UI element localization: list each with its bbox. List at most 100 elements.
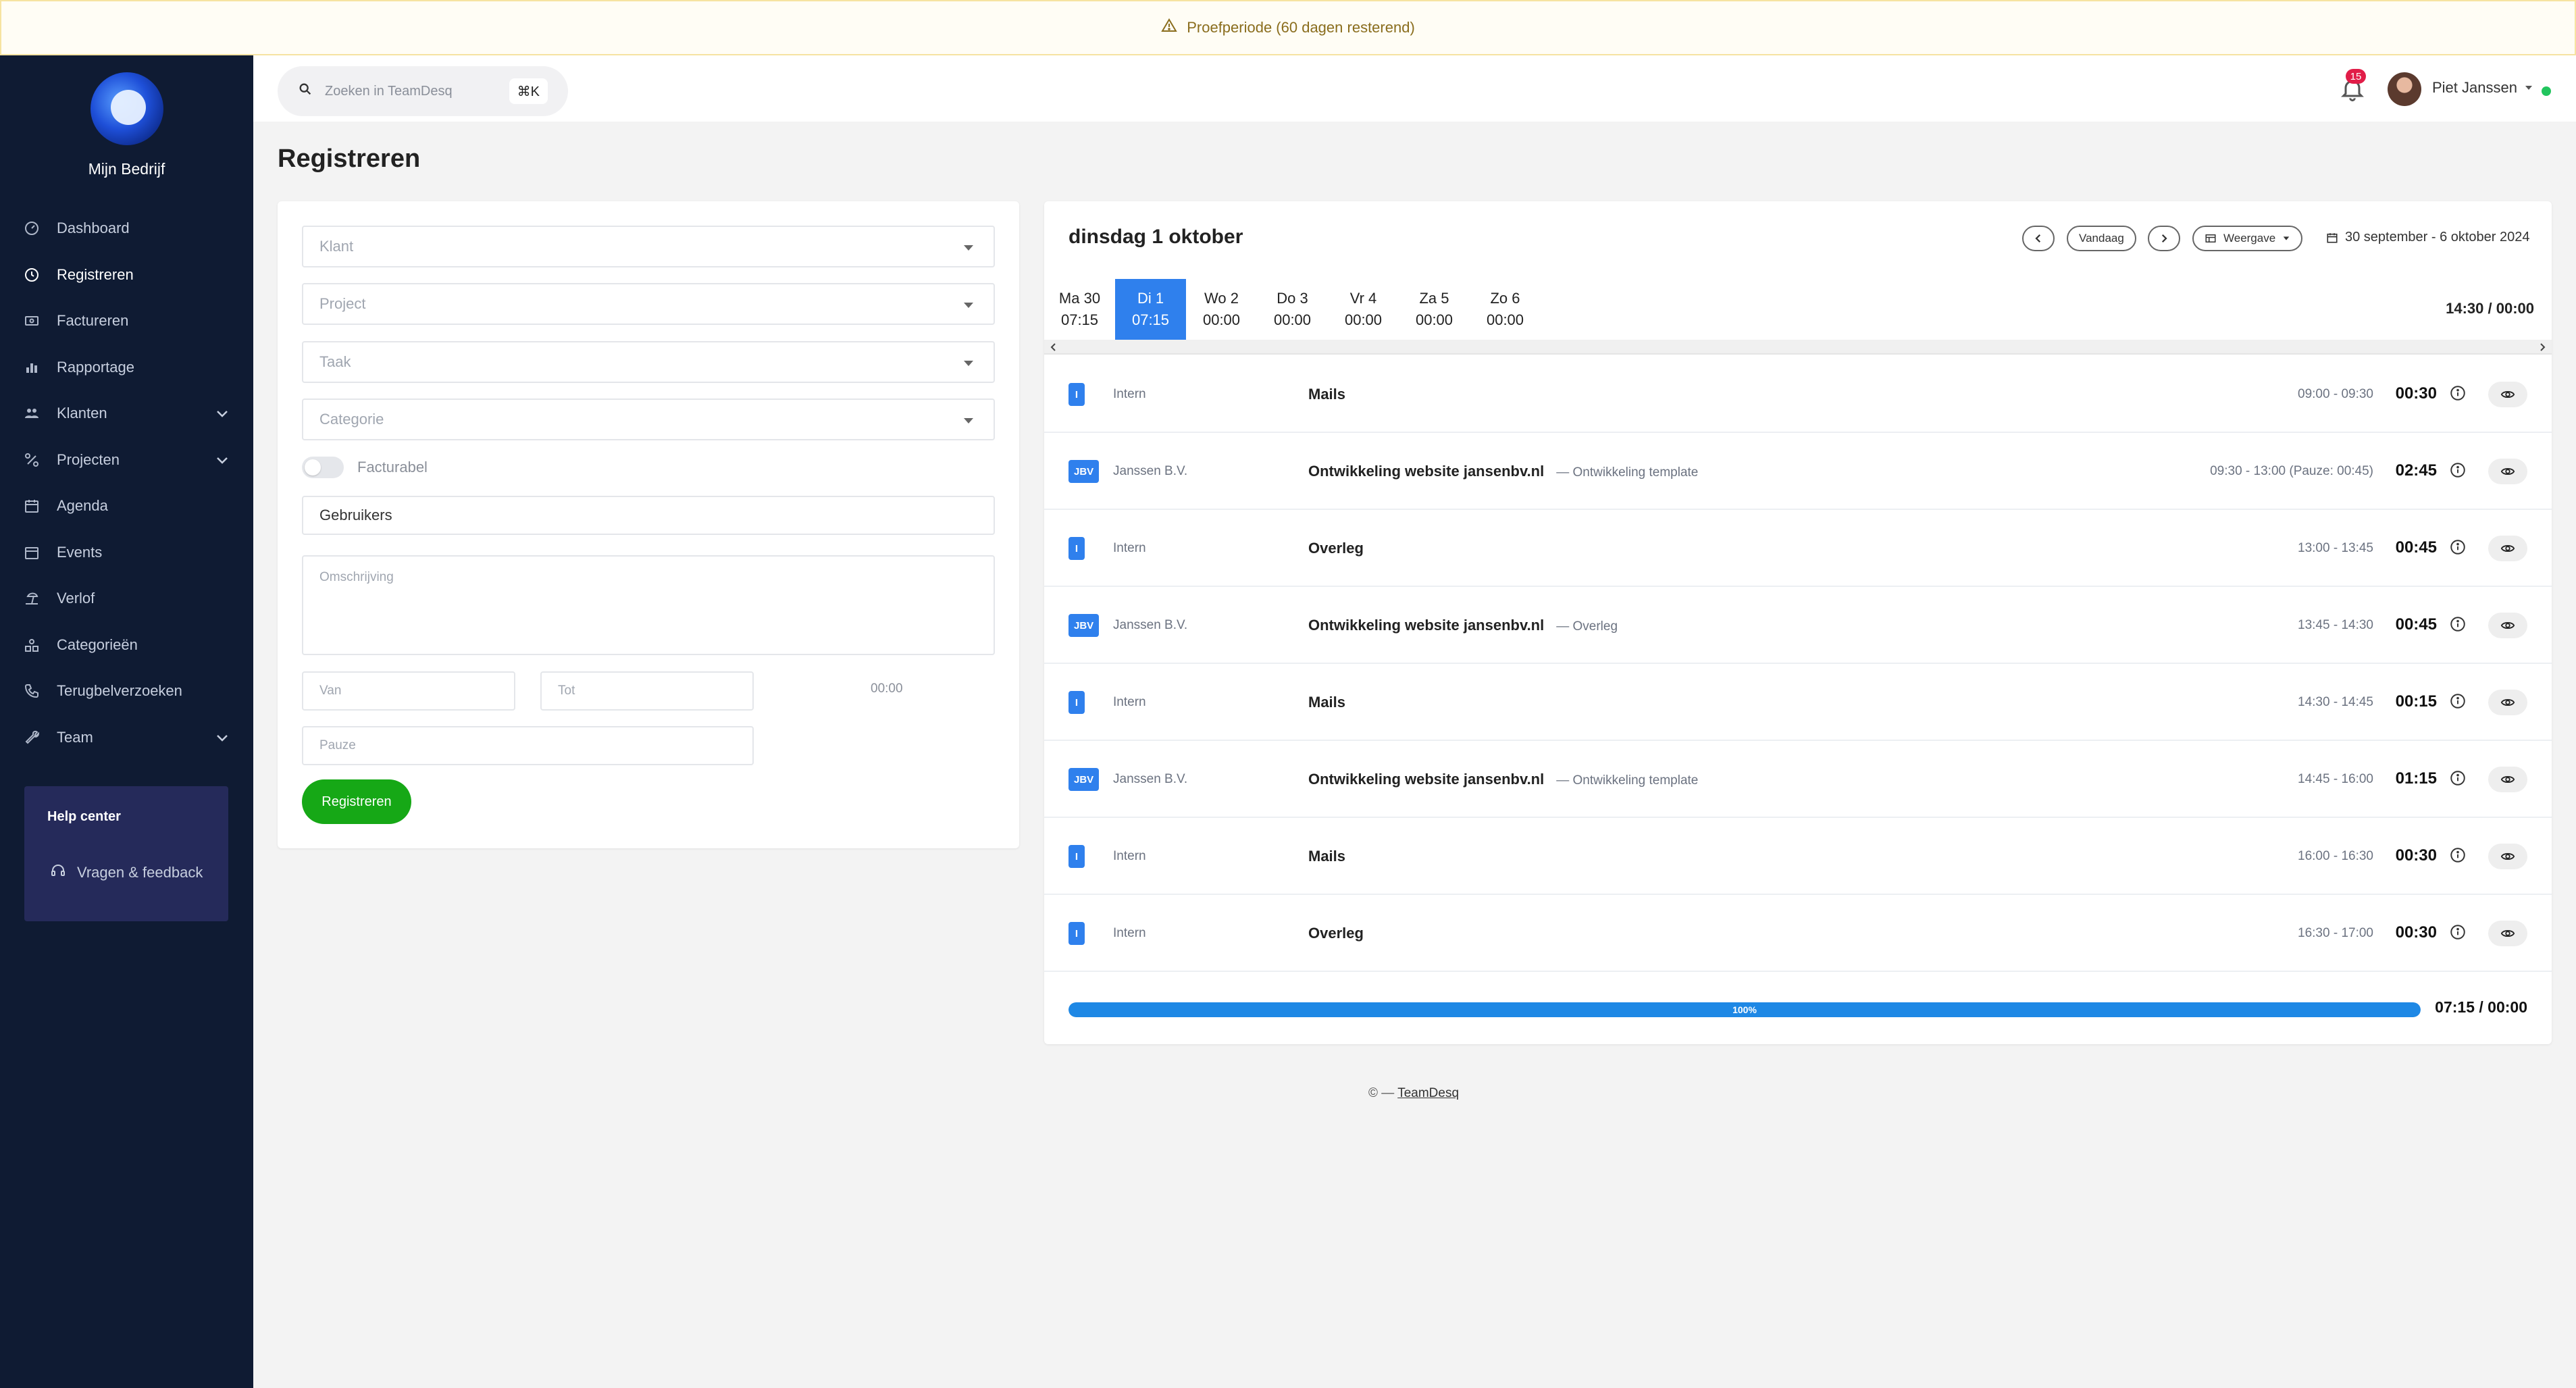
time-entry[interactable]: JBV Janssen B.V. Ontwikkeling website ja…	[1044, 741, 2552, 818]
day-tab[interactable]: Do 3 00:00	[1257, 279, 1328, 340]
view-dropdown[interactable]: Weergave	[2192, 226, 2303, 251]
sidebar-item-events[interactable]: Events	[0, 530, 253, 576]
time-entry[interactable]: I Intern Mails 16:00 - 16:30 00:30	[1044, 818, 2552, 895]
company-logo[interactable]	[90, 72, 163, 145]
next-button[interactable]	[2148, 226, 2180, 251]
search-input[interactable]: Zoeken in TeamDesq ⌘K	[278, 66, 568, 116]
client-badge: I	[1068, 537, 1085, 560]
sidebar-item-factureren[interactable]: Factureren	[0, 298, 253, 344]
date-range: 30 september - 6 oktober 2024	[2326, 230, 2530, 245]
entry-times: 14:30 - 14:45	[2298, 695, 2373, 709]
sidebar-nav: Dashboard Registreren Factureren Rapport…	[0, 205, 253, 761]
description-field[interactable]: Omschrijving	[302, 555, 995, 655]
sidebar-item-rapportage[interactable]: Rapportage	[0, 344, 253, 391]
billable-toggle[interactable]	[302, 457, 344, 478]
user-menu[interactable]: Piet Janssen	[2432, 79, 2533, 97]
time-entry[interactable]: I Intern Mails 09:00 - 09:30 00:30	[1044, 356, 2552, 433]
sidebar-item-categorieen[interactable]: Categorieën	[0, 622, 253, 669]
sidebar-item-label: Categorieën	[57, 636, 138, 653]
sidebar-item-agenda[interactable]: Agenda	[0, 483, 253, 530]
avatar[interactable]	[2388, 72, 2421, 106]
footer-link[interactable]: TeamDesq	[1397, 1086, 1459, 1100]
users-select-value: Gebruikers	[319, 507, 392, 523]
sidebar-item-team[interactable]: Team	[0, 715, 253, 761]
scroll-left-icon[interactable]	[1048, 342, 1059, 353]
entry-duration: 01:15	[2395, 769, 2437, 788]
view-entry-button[interactable]	[2488, 613, 2527, 638]
chevron-left-icon	[2035, 234, 2041, 243]
view-entry-button[interactable]	[2488, 459, 2527, 484]
scroll-right-icon[interactable]	[2537, 342, 2548, 353]
feedback-link[interactable]: Vragen & feedback	[47, 863, 205, 883]
sidebar-item-projecten[interactable]: Projecten	[0, 437, 253, 484]
project-select[interactable]: Project	[302, 283, 995, 325]
category-select[interactable]: Categorie	[302, 399, 995, 440]
sidebar-item-label: Dashboard	[57, 220, 130, 237]
time-entries: I Intern Mails 09:00 - 09:30 00:30 JBV J…	[1044, 356, 2552, 972]
entry-times: 09:30 - 13:00 (Pauze: 00:45)	[2210, 464, 2373, 478]
day-tab[interactable]: Zo 6 00:00	[1470, 279, 1541, 340]
entry-project: Ontwikkeling website jansenbv.nl — Ontwik…	[1308, 771, 1698, 788]
view-entry-button[interactable]	[2488, 382, 2527, 407]
time-entry[interactable]: I Intern Overleg 16:30 - 17:00 00:30	[1044, 895, 2552, 972]
pause-input[interactable]: Pauze	[302, 726, 754, 765]
progress-bar: 100%	[1068, 1002, 2421, 1017]
view-entry-button[interactable]	[2488, 921, 2527, 946]
caret-down-icon	[2283, 236, 2290, 240]
previous-button[interactable]	[2022, 226, 2055, 251]
warning-icon	[1161, 18, 1177, 38]
client-select[interactable]: Klant	[302, 226, 995, 267]
entry-client: Janssen B.V.	[1113, 772, 1188, 786]
task-select[interactable]: Taak	[302, 341, 995, 383]
users-select[interactable]: Gebruikers	[302, 496, 995, 535]
horizontal-scrollbar[interactable]	[1044, 340, 2552, 355]
copyright: © —	[1368, 1086, 1395, 1100]
register-button[interactable]: Registreren	[302, 779, 411, 824]
info-icon[interactable]	[2449, 923, 2468, 942]
day-tab[interactable]: Di 1 07:15	[1115, 279, 1186, 340]
entry-duration: 00:30	[2395, 384, 2437, 403]
view-entry-button[interactable]	[2488, 767, 2527, 792]
day-tab[interactable]: Za 5 00:00	[1399, 279, 1470, 340]
info-icon[interactable]	[2449, 615, 2468, 634]
view-entry-button[interactable]	[2488, 690, 2527, 715]
info-icon[interactable]	[2449, 769, 2468, 788]
end-time-placeholder: Tot	[558, 684, 575, 698]
sidebar-item-label: Rapportage	[57, 358, 134, 376]
today-button[interactable]: Vandaag	[2067, 226, 2136, 251]
chevron-down-icon[interactable]	[214, 452, 230, 468]
registration-form: Klant Project Taak Categorie Facturabel …	[278, 201, 1019, 848]
day-tab[interactable]: Vr 4 00:00	[1328, 279, 1399, 340]
company-name: Mijn Bedrijf	[88, 160, 165, 178]
time-entry[interactable]: I Intern Mails 14:30 - 14:45 00:15	[1044, 664, 2552, 741]
chevron-down-icon[interactable]	[214, 405, 230, 421]
end-time-input[interactable]: Tot	[540, 671, 754, 711]
start-time-input[interactable]: Van	[302, 671, 515, 711]
info-icon[interactable]	[2449, 461, 2468, 480]
view-entry-button[interactable]	[2488, 844, 2527, 869]
info-icon[interactable]	[2449, 846, 2468, 865]
day-tab-label: Zo 6	[1490, 290, 1520, 307]
sidebar-item-verlof[interactable]: Verlof	[0, 575, 253, 622]
entry-client: Intern	[1113, 695, 1146, 709]
eye-icon	[2500, 929, 2515, 937]
sidebar-item-label: Klanten	[57, 405, 107, 422]
time-entry[interactable]: JBV Janssen B.V. Ontwikkeling website ja…	[1044, 433, 2552, 510]
entry-project: Ontwikkeling website jansenbv.nl — Overle…	[1308, 617, 1618, 634]
view-dropdown-label: Weergave	[2223, 232, 2276, 245]
info-icon[interactable]	[2449, 538, 2468, 557]
day-tab-time: 07:15	[1060, 311, 1099, 328]
time-entry[interactable]: JBV Janssen B.V. Ontwikkeling website ja…	[1044, 587, 2552, 664]
sidebar-item-klanten[interactable]: Klanten	[0, 390, 253, 437]
sidebar-item-terugbelverzoeken[interactable]: Terugbelverzoeken	[0, 668, 253, 715]
day-tab[interactable]: Wo 2 00:00	[1186, 279, 1257, 340]
day-tab-time: 00:00	[1273, 311, 1312, 328]
chevron-down-icon[interactable]	[214, 729, 230, 746]
info-icon[interactable]	[2449, 384, 2468, 403]
day-tab[interactable]: Ma 30 07:15	[1044, 279, 1115, 340]
time-entry[interactable]: I Intern Overleg 13:00 - 13:45 00:45	[1044, 510, 2552, 587]
sidebar-item-registreren[interactable]: Registreren	[0, 252, 253, 299]
info-icon[interactable]	[2449, 692, 2468, 711]
view-entry-button[interactable]	[2488, 536, 2527, 561]
sidebar-item-dashboard[interactable]: Dashboard	[0, 205, 253, 252]
